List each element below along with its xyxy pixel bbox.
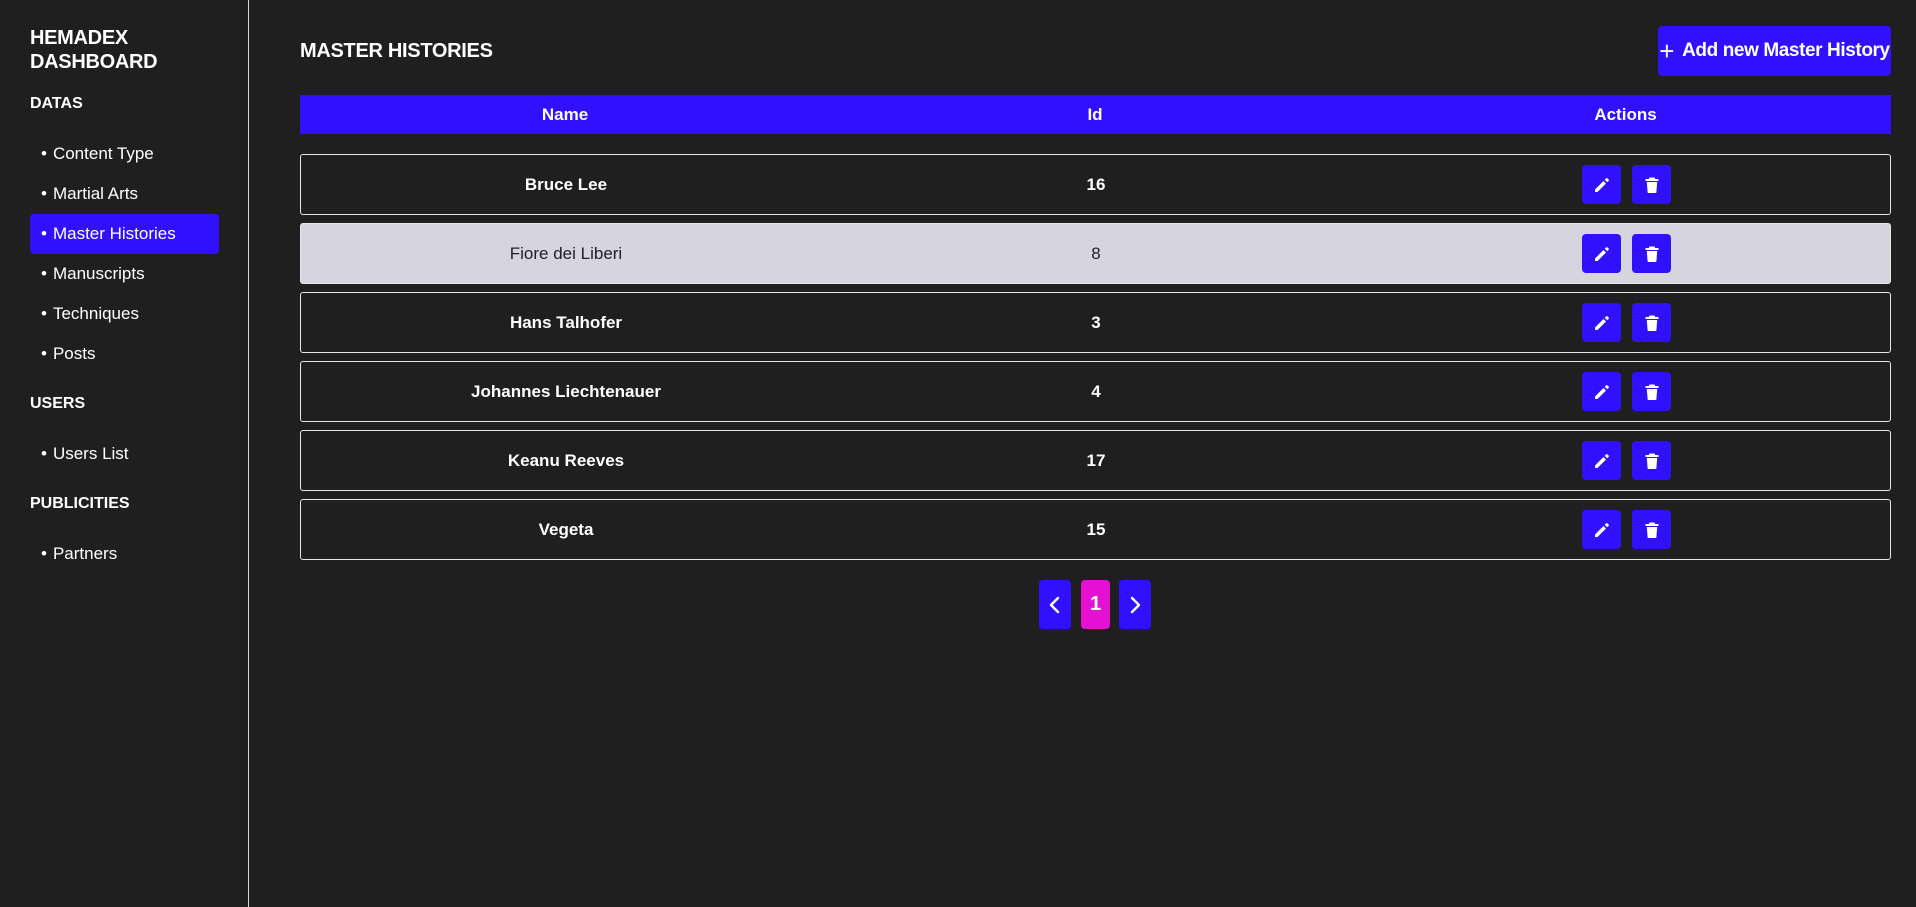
sidebar-item-label: Techniques [52,304,139,323]
bullet: • [41,444,47,463]
app-root: HEMADEX DASHBOARD DATAS • Content Type •… [0,0,1916,907]
trash-icon [1645,315,1658,331]
row-actions [1361,165,1892,205]
cell-name: Johannes Liechtenauer [471,382,661,401]
sidebar-item-label: Master Histories [52,224,176,243]
bullet: • [41,184,47,203]
sidebar-item-users-list[interactable]: • Users List [30,434,219,474]
pencil-icon [1594,384,1609,399]
add-button-label: Add new Master History [1682,40,1890,61]
section-title-publicities: PUBLICITIES [30,495,130,512]
pencil-icon [1594,522,1609,537]
column-header-name: Name [541,104,589,124]
delete-button[interactable] [1632,441,1671,480]
sidebar-item-martial-arts[interactable]: • Martial Arts [30,174,219,214]
edit-button[interactable] [1582,372,1621,411]
sidebar-item-posts[interactable]: • Posts [30,334,219,374]
column-header-id: Id [1087,104,1103,124]
bullet: • [41,224,47,243]
section-title-datas: DATAS [30,95,83,112]
delete-button[interactable] [1632,303,1671,342]
sidebar-item-label: Posts [52,344,96,363]
pencil-icon [1594,315,1609,330]
edit-button[interactable] [1582,510,1621,549]
sidebar: HEMADEX DASHBOARD DATAS • Content Type •… [0,0,249,907]
cell-name: Vegeta [538,520,594,539]
sidebar-item-content-type[interactable]: • Content Type [30,134,219,174]
cell-name: Hans Talhofer [509,313,623,332]
pencil-icon [1594,177,1609,192]
delete-button[interactable] [1632,510,1671,549]
delete-button[interactable] [1632,165,1671,204]
table-row[interactable]: Vegeta 15 [300,499,1891,560]
sidebar-item-label: Users List [52,444,129,463]
edit-button[interactable] [1582,303,1621,342]
table-row[interactable]: Hans Talhofer 3 [300,292,1891,353]
add-master-history-button[interactable]: + Add new Master History [1658,26,1891,76]
pencil-icon [1594,453,1609,468]
cell-id: 15 [1086,520,1106,539]
sidebar-item-label: Martial Arts [52,184,138,203]
page-title: MASTER HISTORIES [300,40,493,62]
sidebar-item-techniques[interactable]: • Techniques [30,294,219,334]
cell-id: 8 [1091,244,1101,263]
table-row[interactable]: Fiore dei Liberi 8 [300,223,1891,284]
edit-button[interactable] [1582,165,1621,204]
edit-button[interactable] [1582,441,1621,480]
cell-name: Keanu Reeves [507,451,625,470]
sidebar-item-label: Content Type [52,144,154,163]
bullet: • [41,144,47,163]
brand-title: HEMADEX DASHBOARD [30,27,158,73]
trash-icon [1645,522,1658,538]
bullet: • [41,264,47,283]
pagination-prev-button[interactable] [1039,580,1071,629]
chevron-left-icon [1049,596,1060,613]
pagination-next-button[interactable] [1119,580,1151,629]
sidebar-item-label: Partners [52,544,118,563]
row-actions [1361,303,1892,343]
trash-icon [1645,177,1658,193]
row-actions [1361,441,1892,481]
delete-button[interactable] [1632,372,1671,411]
table-header: Name Id Actions [300,95,1891,134]
trash-icon [1645,246,1658,262]
pagination-current-page[interactable]: 1 [1081,580,1110,629]
sidebar-item-master-histories[interactable]: • Master Histories [30,214,219,254]
delete-button[interactable] [1632,234,1671,273]
table-row[interactable]: Johannes Liechtenauer 4 [300,361,1891,422]
section-title-users: USERS [30,395,86,412]
table-row[interactable]: Bruce Lee 16 [300,154,1891,215]
cell-id: 4 [1091,382,1101,401]
bullet: • [41,544,47,563]
edit-button[interactable] [1582,234,1621,273]
bullet: • [41,304,47,323]
trash-icon [1645,453,1658,469]
row-actions [1361,234,1892,274]
trash-icon [1645,384,1658,400]
table-row[interactable]: Keanu Reeves 17 [300,430,1891,491]
bullet: • [41,344,47,363]
chevron-right-icon [1130,596,1141,613]
row-actions [1361,510,1892,550]
plus-icon: + [1659,36,1675,66]
cell-name: Bruce Lee [524,175,608,194]
column-header-actions: Actions [1594,104,1657,124]
sidebar-item-label: Manuscripts [52,264,145,283]
cell-id: 3 [1091,313,1101,332]
row-actions [1361,372,1892,412]
sidebar-item-partners[interactable]: • Partners [30,534,219,574]
pencil-icon [1594,246,1609,261]
sidebar-item-manuscripts[interactable]: • Manuscripts [30,254,219,294]
cell-id: 17 [1086,451,1106,470]
cell-name: Fiore dei Liberi [509,244,623,263]
cell-id: 16 [1086,175,1106,194]
